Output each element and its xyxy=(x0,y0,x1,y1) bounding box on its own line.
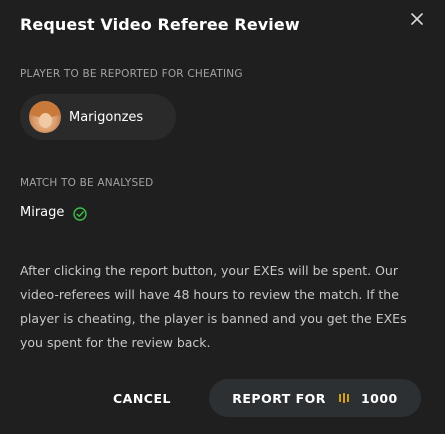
cancel-button[interactable]: CANCEL xyxy=(101,379,183,417)
player-section-label: PLAYER TO BE REPORTED FOR CHEATING xyxy=(20,68,243,80)
close-button[interactable] xyxy=(404,8,430,30)
map-name: Mirage xyxy=(20,205,65,220)
exe-coin-icon xyxy=(337,391,351,405)
match-section-label: MATCH TO BE ANALYSED xyxy=(20,177,154,189)
report-cost: 1000 xyxy=(360,390,398,406)
description-text: After clicking the report button, your E… xyxy=(20,263,407,350)
player-name: Marigonzes xyxy=(69,109,144,125)
report-button-label: REPORT FOR xyxy=(232,390,326,406)
check-circle-icon xyxy=(73,206,88,221)
modal-title: Request Video Referee Review xyxy=(20,15,300,34)
player-chip: Marigonzes xyxy=(20,94,176,140)
close-icon xyxy=(411,13,423,25)
match-row: Mirage xyxy=(20,205,88,221)
report-button[interactable]: REPORT FOR 1000 xyxy=(209,379,421,417)
avatar xyxy=(29,101,61,133)
report-modal: Request Video Referee Review PLAYER TO B… xyxy=(0,0,445,434)
